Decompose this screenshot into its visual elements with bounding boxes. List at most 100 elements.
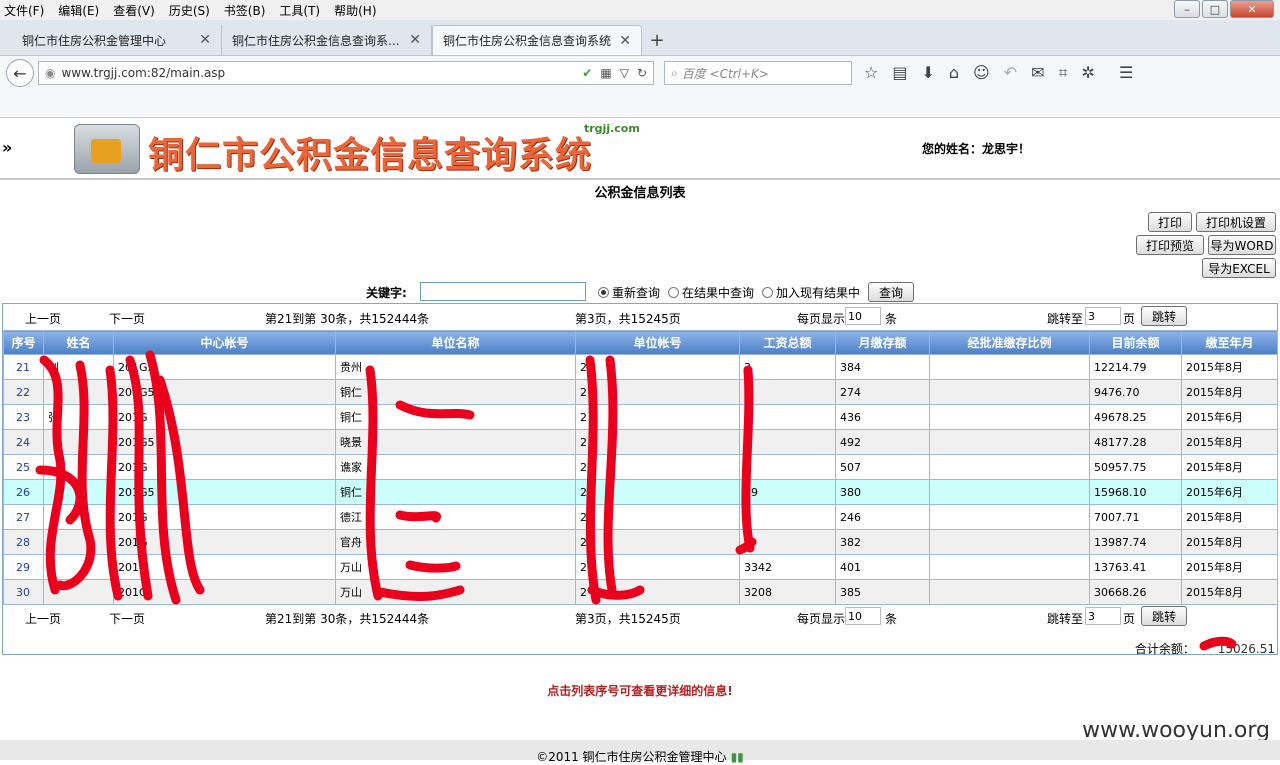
shield-icon[interactable]: ✔ <box>582 66 592 80</box>
tab-1[interactable]: 铜仁市住房公积金管理中心 ✕ <box>12 25 222 55</box>
table-cell: 492 <box>835 429 930 455</box>
goto-input[interactable]: 3 <box>1085 607 1121 625</box>
menu-item[interactable]: 查看(V) <box>113 2 155 19</box>
row-seq-link[interactable]: 22 <box>3 379 44 405</box>
close-window-icon[interactable]: ✕ <box>1230 0 1274 18</box>
close-tab-icon[interactable]: ✕ <box>619 33 631 49</box>
prev-page-link[interactable]: 上一页 <box>25 610 61 627</box>
bookmark-star-icon[interactable]: ☆ <box>864 63 878 83</box>
table-cell: 1 <box>739 379 836 405</box>
table-cell: 201G5 <box>113 479 336 505</box>
table-cell: 晓景 <box>335 429 576 455</box>
table-row[interactable]: 30 201G 万山 2 3208 385 30668.26 2015年8月 <box>3 579 1278 605</box>
row-seq-link[interactable]: 23 <box>3 404 44 430</box>
new-tab-icon[interactable]: + <box>642 25 672 55</box>
minimize-icon[interactable]: – <box>1174 0 1200 18</box>
search-input[interactable]: ⌕ 百度 <Ctrl+K> <box>664 61 852 85</box>
table-row[interactable]: 29 201G 万山 2 3342 401 13763.41 2015年8月 <box>3 554 1278 580</box>
qr-icon[interactable]: ▦ <box>600 66 611 80</box>
query-button[interactable]: 查询 <box>868 282 914 302</box>
table-row[interactable]: 28 201G 官舟 2 382 13987.74 2015年8月 <box>3 529 1278 555</box>
table-row[interactable]: 26 201G5 铜仁 2 29 380 15968.10 2015年6月 <box>3 479 1278 505</box>
table-cell <box>43 554 114 580</box>
row-seq-link[interactable]: 26 <box>3 479 44 505</box>
table-row[interactable]: 25 201G 谯家 2 4 507 50957.75 2015年8月 <box>3 454 1278 480</box>
table-cell: 2015年8月 <box>1181 579 1278 605</box>
stats-icon[interactable]: ▮▮ <box>731 750 744 764</box>
radio-add-results[interactable]: 加入现有结果中 <box>762 284 860 301</box>
crop-icon[interactable]: ⌗ <box>1059 63 1068 83</box>
radio-label: 加入现有结果中 <box>776 286 861 300</box>
prev-page-link[interactable]: 上一页 <box>25 310 61 327</box>
table-row[interactable]: 21 刘 201G5 贵州 2 3 384 12214.79 2015年8月 <box>3 354 1278 380</box>
home-icon[interactable]: ⌂ <box>949 63 959 83</box>
record-range: 第21到第 30条，共152444条 <box>265 612 430 626</box>
table-cell: 201G <box>113 504 336 530</box>
extension-icon[interactable]: ✲ <box>1082 63 1095 83</box>
undo-icon[interactable]: ↶ <box>1004 63 1017 83</box>
row-seq-link[interactable]: 29 <box>3 554 44 580</box>
keyword-input[interactable] <box>420 282 586 301</box>
next-page-link[interactable]: 下一页 <box>109 310 145 327</box>
table-cell: 2 <box>575 379 740 405</box>
dropdown-icon[interactable]: ▽ <box>620 66 629 80</box>
menu-item[interactable]: 编辑(E) <box>58 2 99 19</box>
table-cell: 274 <box>835 379 930 405</box>
table-row[interactable]: 24 201G5 晓景 2 4 492 48177.28 2015年8月 <box>3 429 1278 455</box>
table-cell: 48177.28 <box>1089 429 1182 455</box>
print-preview-button[interactable]: 打印预览 <box>1136 235 1204 255</box>
globe-icon: ◉ <box>45 66 56 80</box>
row-seq-link[interactable]: 25 <box>3 454 44 480</box>
radio-in-results[interactable]: 在结果中查询 <box>668 284 754 301</box>
table-cell <box>43 379 114 405</box>
goto-input[interactable]: 3 <box>1085 307 1121 325</box>
expand-sidebar-icon[interactable]: » <box>2 138 12 157</box>
per-page-input[interactable]: 10 <box>845 607 881 625</box>
comment-icon[interactable]: ✉ <box>1031 63 1044 83</box>
close-tab-icon[interactable]: ✕ <box>409 32 421 48</box>
back-icon[interactable]: ← <box>6 59 34 87</box>
table-cell: 201G <box>113 404 336 430</box>
row-seq-link[interactable]: 27 <box>3 504 44 530</box>
table-row[interactable]: 22 201G5 铜仁 2 1 274 9476.70 2015年8月 <box>3 379 1278 405</box>
row-seq-link[interactable]: 24 <box>3 429 44 455</box>
menu-item[interactable]: 文件(F) <box>4 2 44 19</box>
goto-button[interactable]: 跳转 <box>1141 606 1187 626</box>
site-banner: » 铜仁市公积金信息查询系统 trgjj.com 您的姓名：龙思宇！ <box>0 118 1280 180</box>
menu-item[interactable]: 书签(B) <box>224 2 266 19</box>
print-setup-button[interactable]: 打印机设置 <box>1196 212 1276 232</box>
reload-icon[interactable]: ↻ <box>637 66 647 80</box>
row-seq-link[interactable]: 28 <box>3 529 44 555</box>
maximize-icon[interactable]: □ <box>1202 0 1228 18</box>
table-cell: 2015年8月 <box>1181 554 1278 580</box>
menu-icon[interactable]: ☰ <box>1119 63 1133 83</box>
column-header: 目前余额 <box>1089 330 1182 355</box>
table-cell: 2 <box>575 504 740 530</box>
goto-label: 跳转至 <box>1047 312 1084 326</box>
per-page-input[interactable]: 10 <box>845 307 881 325</box>
address-bar[interactable]: ◉ www.trgjj.com:82/main.asp ✔ ▦ ▽ ↻ <box>38 61 654 85</box>
site-title: 铜仁市公积金信息查询系统 <box>148 135 593 176</box>
table-row[interactable]: 23 张 201G 铜仁 2 3 436 49678.25 2015年6月 <box>3 404 1278 430</box>
tab-3[interactable]: 铜仁市住房公积金信息查询系统 ✕ <box>432 25 642 55</box>
menu-item[interactable]: 工具(T) <box>279 2 320 19</box>
radio-new-query[interactable]: 重新查询 <box>598 284 660 301</box>
next-page-link[interactable]: 下一页 <box>109 610 145 627</box>
close-tab-icon[interactable]: ✕ <box>199 32 211 48</box>
table-cell: 3208 <box>739 579 836 605</box>
export-excel-button[interactable]: 导为EXCEL <box>1202 258 1276 278</box>
chat-icon[interactable]: ☺ <box>973 63 990 83</box>
table-row[interactable]: 27 201G 德江 2 3 246 7007.71 2015年8月 <box>3 504 1278 530</box>
row-seq-link[interactable]: 30 <box>3 579 44 605</box>
print-button[interactable]: 打印 <box>1148 212 1192 232</box>
navigation-bar: ← ◉ www.trgjj.com:82/main.asp ✔ ▦ ▽ ↻ ⌕ … <box>0 56 1280 90</box>
download-icon[interactable]: ⬇ <box>921 63 934 83</box>
reading-list-icon[interactable]: ▤ <box>892 63 907 83</box>
menu-item[interactable]: 历史(S) <box>169 2 210 19</box>
tab-2[interactable]: 铜仁市住房公积金信息查询系... ✕ <box>222 25 432 55</box>
row-seq-link[interactable]: 21 <box>3 354 44 380</box>
export-word-button[interactable]: 导为WORD <box>1208 235 1276 255</box>
goto-button[interactable]: 跳转 <box>1141 306 1187 326</box>
table-cell: 49678.25 <box>1089 404 1182 430</box>
menu-item[interactable]: 帮助(H) <box>334 2 376 19</box>
